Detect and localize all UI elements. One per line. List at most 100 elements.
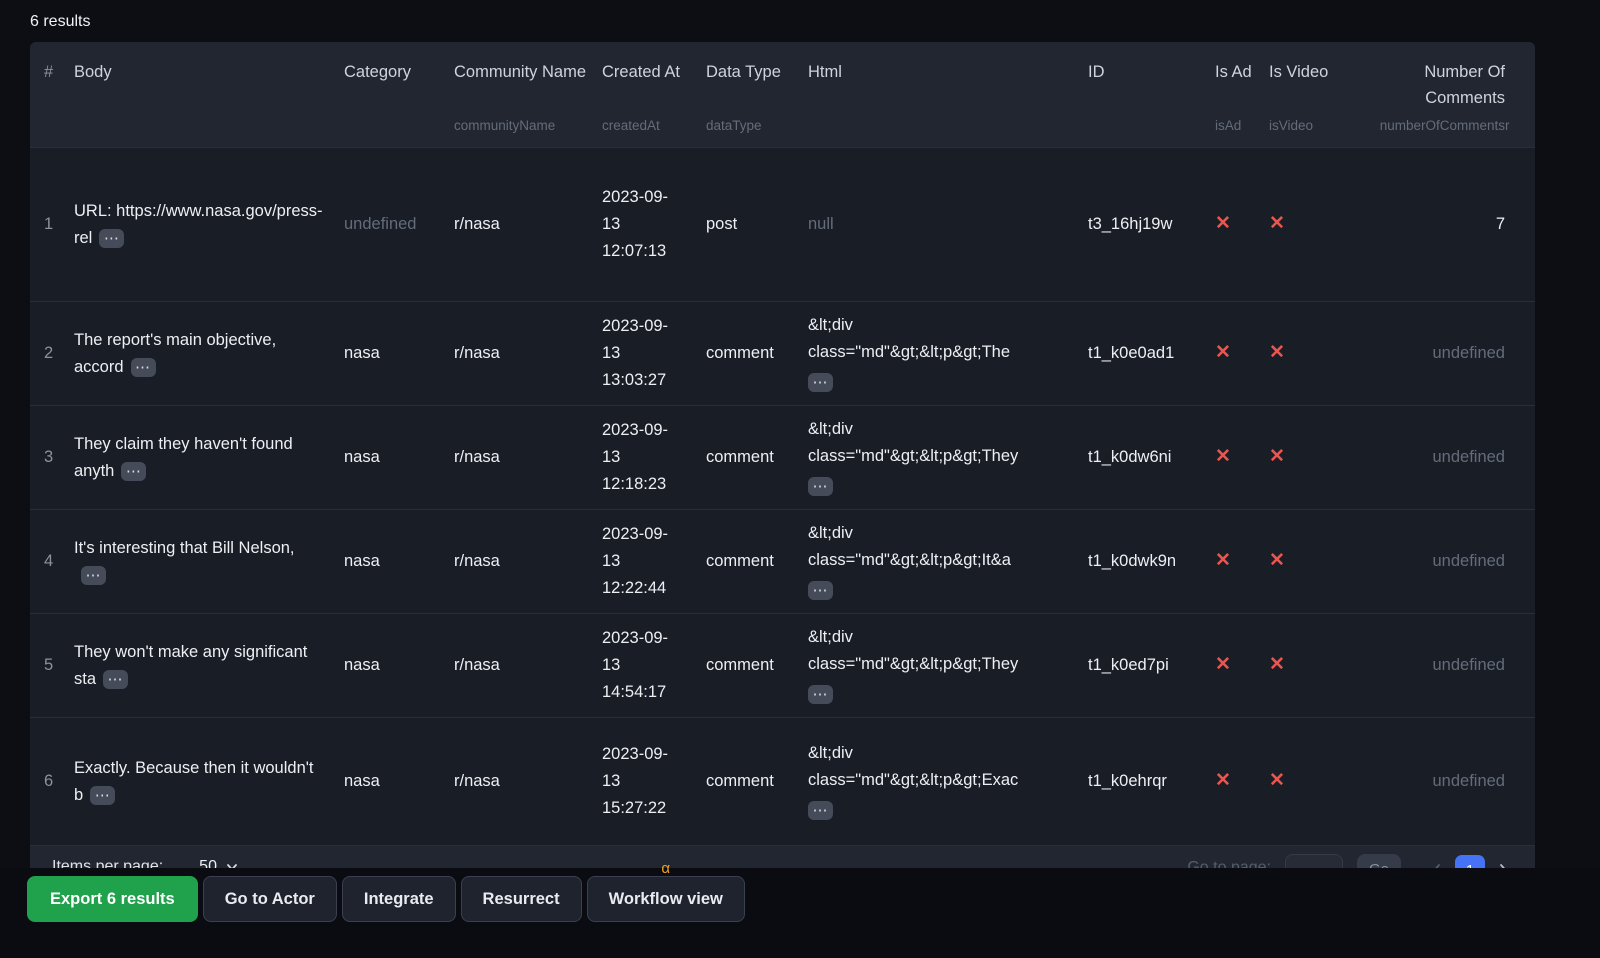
cell-category: nasa <box>344 548 454 575</box>
cell-row-number: 3 <box>30 444 74 471</box>
cell-row-number: 5 <box>30 652 74 679</box>
cell-community-name: r/nasa <box>454 548 602 575</box>
cell-id: t1_k0dwk9n <box>1088 548 1215 575</box>
cell-body: It's interesting that Bill Nelson, ⋯ <box>74 535 344 588</box>
results-count: 6 results <box>30 13 90 31</box>
integrate-button[interactable]: Integrate <box>342 876 456 922</box>
expand-cell-button[interactable]: ⋯ <box>99 229 124 248</box>
column-header-index: # <box>30 42 74 147</box>
expand-cell-button[interactable]: ⋯ <box>90 786 115 805</box>
cell-id: t1_k0e0ad1 <box>1088 340 1215 367</box>
html-text: &lt;div class="md"&gt;&lt;p&gt;The <box>808 316 1010 361</box>
cell-created-at: 2023-09-13 13:03:27 <box>602 313 706 393</box>
column-label: Is Ad <box>1215 59 1255 85</box>
html-expand-row: ⋯ <box>808 576 1050 603</box>
cell-category: undefined <box>344 211 454 238</box>
expand-cell-button[interactable]: ⋯ <box>121 462 146 481</box>
expand-cell-button[interactable]: ⋯ <box>81 566 106 585</box>
table-row: 6Exactly. Because then it wouldn't b⋯nas… <box>30 717 1535 845</box>
cell-number-of-comments: undefined <box>1347 444 1505 471</box>
column-sublabel: isVideo <box>1269 118 1333 134</box>
html-text: null <box>808 215 834 233</box>
cell-row-number: 1 <box>30 211 74 238</box>
column-header-isVideo: Is Video isVideo <box>1269 42 1347 147</box>
workflow-view-button[interactable]: Workflow view <box>587 876 745 922</box>
cell-created-at: 2023-09-13 12:18:23 <box>602 417 706 497</box>
table-row: 2The report's main objective, accord⋯nas… <box>30 301 1535 405</box>
column-header-communityName: Community NamecommunityName <box>454 42 602 147</box>
html-text: &lt;div class="md"&gt;&lt;p&gt;They <box>808 628 1018 673</box>
cell-category: nasa <box>344 340 454 367</box>
column-header-id: ID <box>1088 42 1215 147</box>
cell-data-type: comment <box>706 444 808 471</box>
expand-cell-button[interactable]: ⋯ <box>808 581 833 600</box>
html-text: &lt;div class="md"&gt;&lt;p&gt;They <box>808 420 1018 465</box>
cell-html: &lt;div class="md"&gt;&lt;p&gt;Exac⋯ <box>808 740 1088 823</box>
cell-community-name: r/nasa <box>454 768 602 795</box>
column-label: # <box>44 59 60 85</box>
go-to-actor-button[interactable]: Go to Actor <box>203 876 337 922</box>
cell-community-name: r/nasa <box>454 340 602 367</box>
cell-is-ad: ✕ <box>1215 546 1269 577</box>
body-text: The report's main objective, accord <box>74 331 276 376</box>
cell-is-ad: ✕ <box>1215 650 1269 681</box>
table-row: 4It's interesting that Bill Nelson, ⋯ nasa… <box>30 509 1535 613</box>
column-label: Is Video <box>1269 59 1333 85</box>
expand-cell-button[interactable]: ⋯ <box>103 670 128 689</box>
action-bar: Export 6 results Go to Actor Integrate R… <box>0 868 1600 958</box>
column-header-body: Body <box>74 42 344 147</box>
html-expand-row: ⋯ <box>808 472 1050 499</box>
expand-cell-button[interactable]: ⋯ <box>808 373 833 392</box>
expand-cell-button[interactable]: ⋯ <box>131 358 156 377</box>
cell-category: nasa <box>344 652 454 679</box>
table-row: 3They claim they haven't found anyth⋯nas… <box>30 405 1535 509</box>
cell-id: t3_16hj19w <box>1088 211 1215 238</box>
cell-created-at: 2023-09-13 12:22:44 <box>602 521 706 601</box>
export-results-button[interactable]: Export 6 results <box>27 876 198 922</box>
cell-data-type: post <box>706 211 808 238</box>
cell-created-at: 2023-09-13 14:54:17 <box>602 625 706 705</box>
results-table: # Body Category Community NamecommunityName… <box>30 42 1535 901</box>
column-sublabel: communityName <box>454 118 588 134</box>
cell-is-video: ✕ <box>1269 766 1347 797</box>
column-sublabel: isAd <box>1215 118 1255 134</box>
resurrect-button[interactable]: Resurrect <box>461 876 582 922</box>
cell-created-at: 2023-09-13 12:07:13 <box>602 184 706 264</box>
cell-id: t1_k0ed7pi <box>1088 652 1215 679</box>
column-label: Category <box>344 59 440 85</box>
cell-is-video: ✕ <box>1269 338 1347 369</box>
column-header-partial: r <box>1505 42 1535 147</box>
cell-body: The report's main objective, accord⋯ <box>74 327 344 380</box>
cell-body: Exactly. Because then it wouldn't b⋯ <box>74 755 344 808</box>
body-text: It's interesting that Bill Nelson, <box>74 539 295 557</box>
cell-community-name: r/nasa <box>454 652 602 679</box>
column-header-html: Html <box>808 42 1088 147</box>
cell-is-video: ✕ <box>1269 442 1347 473</box>
cell-number-of-comments: undefined <box>1347 768 1505 795</box>
expand-cell-button[interactable]: ⋯ <box>808 477 833 496</box>
cell-html: null <box>808 211 1088 238</box>
column-label: Body <box>74 59 324 85</box>
expand-cell-button[interactable]: ⋯ <box>808 801 833 820</box>
table-row: 5They won't make any significant sta⋯nas… <box>30 613 1535 717</box>
column-header-dataType: Data TypedataType <box>706 42 808 147</box>
cell-number-of-comments: 7 <box>1347 211 1505 238</box>
cell-data-type: comment <box>706 768 808 795</box>
cell-html: &lt;div class="md"&gt;&lt;p&gt;They ⋯ <box>808 624 1088 707</box>
cell-community-name: r/nasa <box>454 211 602 238</box>
cell-data-type: comment <box>706 652 808 679</box>
cell-row-number: 4 <box>30 548 74 575</box>
cell-category: nasa <box>344 768 454 795</box>
cell-is-ad: ✕ <box>1215 209 1269 240</box>
column-label: Number Of Comments <box>1347 59 1505 112</box>
cell-number-of-comments: undefined <box>1347 548 1505 575</box>
cell-created-at: 2023-09-13 15:27:22 <box>602 741 706 821</box>
cell-category: nasa <box>344 444 454 471</box>
cell-id: t1_k0dw6ni <box>1088 444 1215 471</box>
cell-is-ad: ✕ <box>1215 338 1269 369</box>
expand-cell-button[interactable]: ⋯ <box>808 685 833 704</box>
cell-body: URL: https://www.nasa.gov/press-rel⋯ <box>74 198 344 251</box>
column-sublabel: r <box>1505 118 1535 134</box>
cell-data-type: comment <box>706 340 808 367</box>
cell-html: &lt;div class="md"&gt;&lt;p&gt;The ⋯ <box>808 312 1088 395</box>
